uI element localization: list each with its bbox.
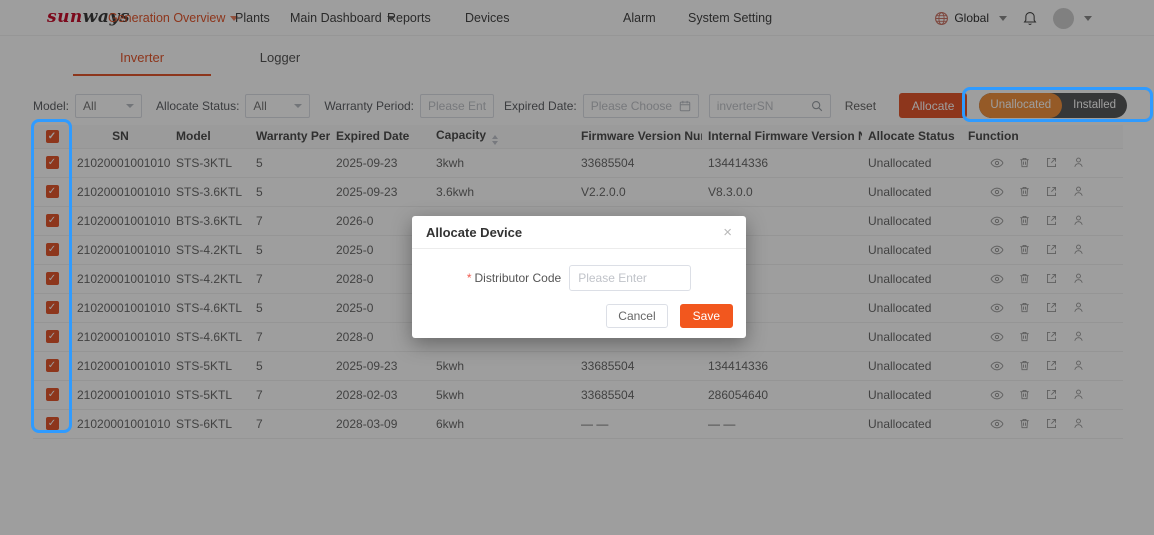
distributor-code-input[interactable] xyxy=(569,265,692,291)
required-mark: * xyxy=(466,271,472,285)
modal-body: * Distributor Code xyxy=(412,265,746,291)
modal-title: Allocate Device xyxy=(426,224,523,240)
allocate-device-modal: Allocate Device × * Distributor Code Can… xyxy=(412,216,746,338)
modal-footer: Cancel Save xyxy=(606,304,733,328)
save-button[interactable]: Save xyxy=(679,304,733,328)
distributor-code-label: Distributor Code xyxy=(474,271,562,285)
close-icon[interactable]: × xyxy=(723,225,732,240)
modal-header: Allocate Device × xyxy=(412,216,746,249)
cancel-button[interactable]: Cancel xyxy=(606,304,668,328)
